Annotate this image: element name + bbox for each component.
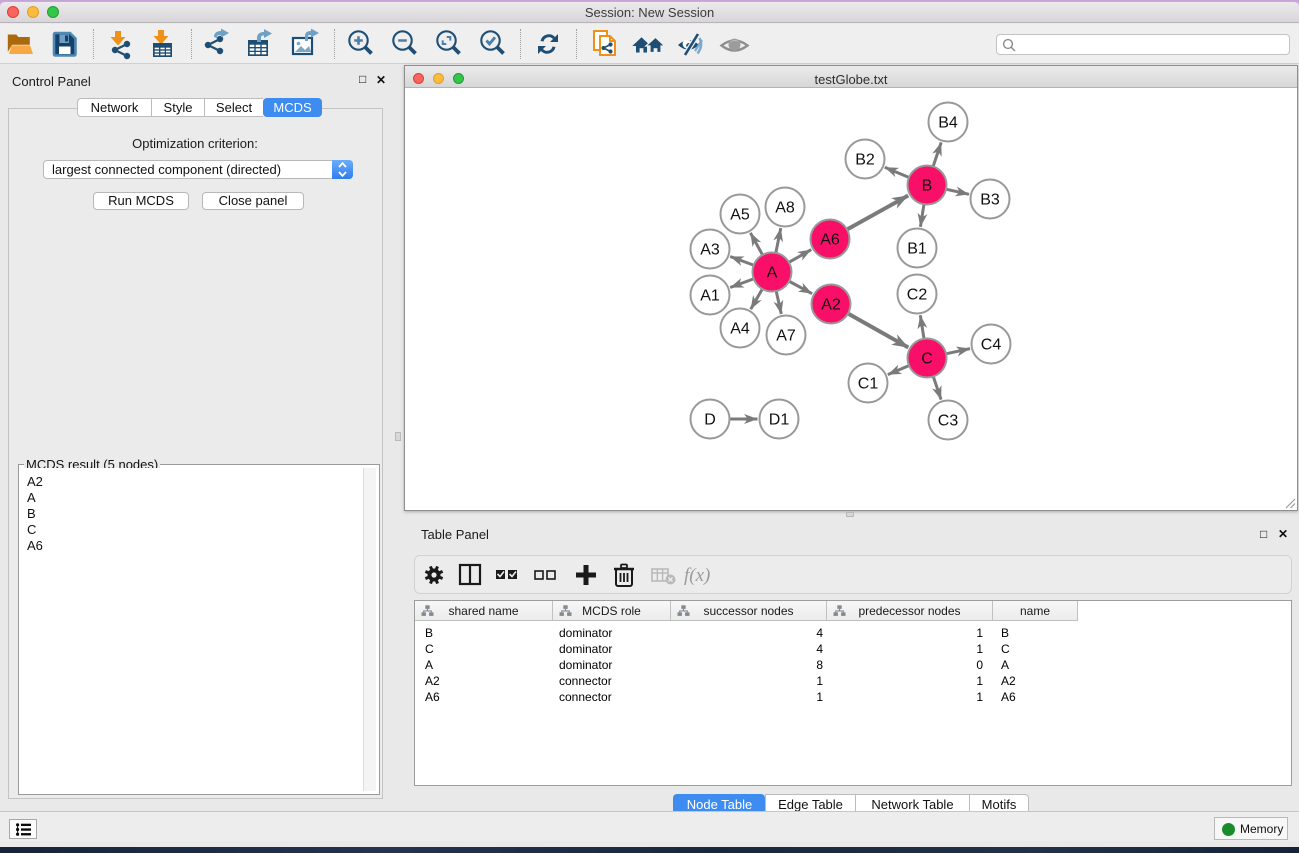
svg-text:A3: A3 bbox=[700, 242, 720, 259]
svg-text:D: D bbox=[704, 412, 716, 429]
svg-text:B3: B3 bbox=[980, 192, 1000, 209]
svg-text:C3: C3 bbox=[938, 413, 959, 430]
svg-text:A8: A8 bbox=[775, 200, 795, 217]
svg-text:A6: A6 bbox=[820, 232, 840, 249]
svg-text:f(x): f(x) bbox=[684, 565, 710, 586]
svg-text:A: A bbox=[767, 265, 778, 282]
svg-text:B2: B2 bbox=[855, 152, 875, 169]
svg-text:A7: A7 bbox=[776, 328, 796, 345]
svg-text:A5: A5 bbox=[730, 207, 750, 224]
svg-text:C1: C1 bbox=[858, 376, 879, 393]
svg-text:B1: B1 bbox=[907, 241, 927, 258]
svg-text:C: C bbox=[921, 351, 933, 368]
svg-text:A2: A2 bbox=[821, 297, 841, 314]
svg-text:A4: A4 bbox=[730, 321, 750, 338]
svg-text:B4: B4 bbox=[938, 115, 958, 132]
svg-text:A1: A1 bbox=[700, 288, 720, 305]
svg-text:D1: D1 bbox=[769, 412, 790, 429]
svg-text:C2: C2 bbox=[907, 287, 928, 304]
svg-text:C4: C4 bbox=[981, 337, 1002, 354]
svg-text:B: B bbox=[922, 178, 933, 195]
